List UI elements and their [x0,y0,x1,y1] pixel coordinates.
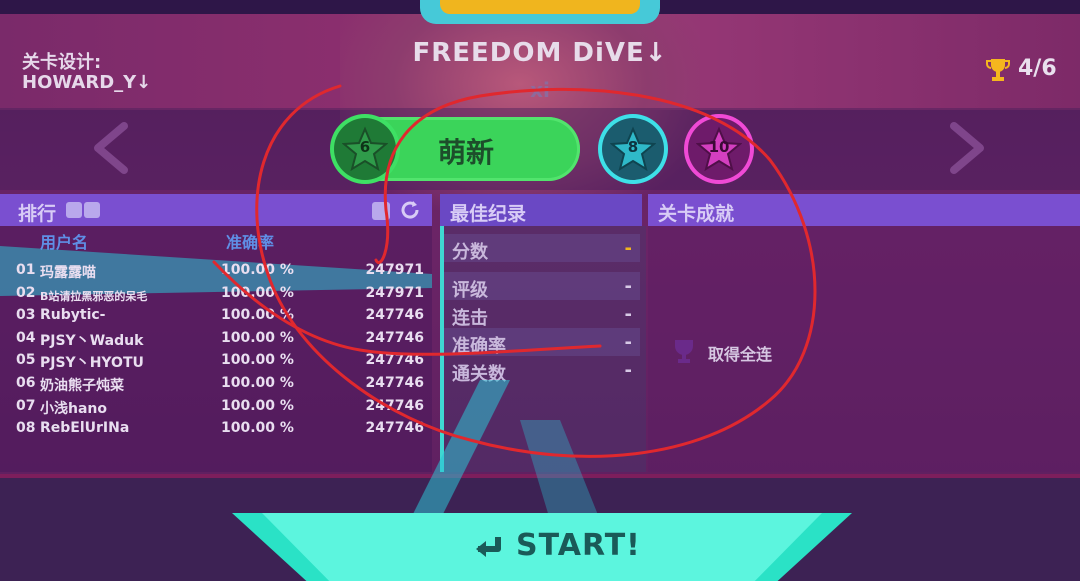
leaderboard-row[interactable]: 02 B站请拉黑邪恶的呆毛 100.00 % 247971 [16,285,432,307]
enter-icon [476,537,501,557]
accuracy: 100.00 % [221,330,294,346]
accuracy: 100.00 % [221,262,294,278]
refresh-icon[interactable] [398,198,422,222]
rank: 07 [16,398,36,414]
user-name: 玛露露喵 [40,265,96,281]
difficulty-name: 萌新 [437,136,494,169]
best-value: - [624,304,632,325]
rank: 05 [16,352,36,368]
best-value: - [624,276,632,297]
light-beam [410,380,600,520]
difficulty-hard-level: 10 [708,138,730,156]
accuracy: 100.00 % [221,307,294,323]
best-record-row: 分数 - [448,238,638,264]
best-label: 准确率 [452,336,506,357]
user-name: Rubytic- [40,307,106,323]
achievements-title: 关卡成就 [658,203,735,225]
best-label: 评级 [452,280,488,301]
accuracy: 100.00 % [221,420,294,436]
achievement-full-combo: 取得全连 [708,345,773,364]
difficulty-hard-button[interactable]: 10 [688,118,750,180]
accuracy: 100.00 % [221,285,294,301]
score: 247971 [365,285,424,301]
difficulty-easy-button[interactable]: 6 [334,118,396,180]
best-record-row: 评级 - [448,276,638,302]
difficulty-easy-level: 6 [359,138,371,156]
rank: 08 [16,420,36,436]
rank: 03 [16,307,36,323]
leaderboard-row[interactable]: 01 玛露露喵 100.00 % 247971 [16,262,432,284]
rank: 02 [16,285,36,301]
best-label: 连击 [452,308,488,329]
leaderboard-row[interactable]: 08 RebElUrINa 100.00 % 247746 [16,420,432,442]
best-value: - [624,360,632,381]
difficulty-normal-level: 8 [627,138,639,156]
accuracy: 100.00 % [221,398,294,414]
next-arrow-icon[interactable] [934,118,994,178]
accuracy: 100.00 % [221,352,294,368]
trophy-count: 4/6 [1018,56,1057,81]
score: 247746 [365,330,424,346]
difficulty-normal-button[interactable]: 8 [602,118,664,180]
user-name: 奶油熊子炖菜 [40,378,124,394]
accuracy: 100.00 % [221,375,294,391]
sort-toggle-icon[interactable] [84,202,100,218]
filter-icon[interactable] [372,202,390,220]
leaderboard-row[interactable]: 05 PJSY丶HYOTU 100.00 % 247746 [16,352,432,374]
start-label: START! [516,528,641,563]
sort-toggle-icon[interactable] [66,202,82,218]
leaderboard-row[interactable]: 04 PJSY丶Waduk 100.00 % 247746 [16,330,432,352]
leaderboard-row[interactable]: 03 Rubytic- 100.00 % 247746 [16,307,432,329]
leaderboard-row[interactable]: 06 奶油熊子炖菜 100.00 % 247746 [16,375,432,397]
rank: 06 [16,375,36,391]
trophy-icon [675,340,693,363]
user-name: PJSY丶HYOTU [40,355,144,371]
user-name: RebElUrINa [40,420,130,436]
best-record-row: 连击 - [448,304,638,330]
rank: 04 [16,330,36,346]
score: 247746 [365,352,424,368]
column-user: 用户名 [40,233,89,252]
leaderboard-title: 排行 [18,203,57,225]
top-badge-inner [440,0,640,14]
best-value: - [624,332,632,353]
trophy-icon [986,59,1010,81]
rank: 01 [16,262,36,278]
score: 247746 [365,307,424,323]
best-record-row: 准确率 - [448,332,638,358]
user-name: B站请拉黑邪恶的呆毛 [40,290,148,303]
best-record-title: 最佳纪录 [450,203,527,225]
leaderboard-row[interactable]: 07 小浅hano 100.00 % 247746 [16,398,432,420]
best-value: - [624,238,632,259]
best-label: 分数 [452,242,488,263]
score: 247971 [365,262,424,278]
leaderboard-header [0,194,432,226]
user-name: 小浅hano [40,401,107,417]
user-name: PJSY丶Waduk [40,333,144,349]
song-artist: xi [530,78,550,102]
previous-arrow-icon[interactable] [84,118,144,178]
song-title: FREEDOM DiVE↓ [412,38,668,68]
column-accuracy: 准确率 [226,233,275,252]
